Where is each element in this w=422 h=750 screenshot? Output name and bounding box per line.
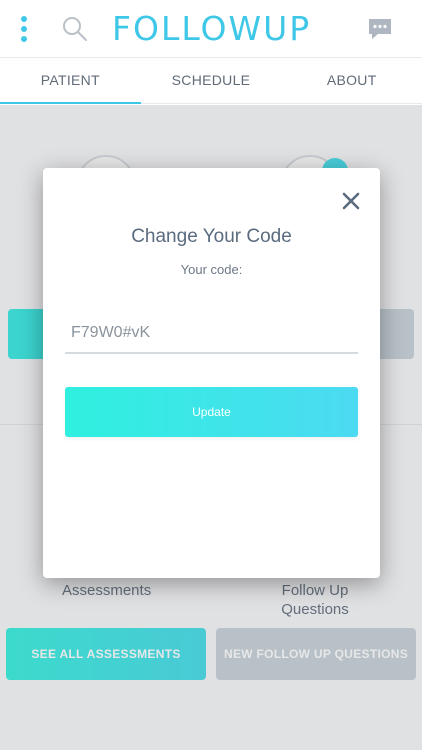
tab-patient[interactable]: PATIENT: [0, 58, 141, 104]
chat-icon[interactable]: [366, 16, 394, 42]
code-input[interactable]: [65, 314, 358, 354]
logo-text: FOLLOWUP: [112, 9, 311, 48]
modal-subtitle: Your code:: [180, 262, 243, 277]
app-logo: FOLLOWUP: [112, 6, 312, 50]
search-icon[interactable]: [60, 14, 90, 44]
menu-dots-icon[interactable]: [14, 14, 34, 44]
close-icon[interactable]: [340, 190, 362, 212]
tab-bar: PATIENT SCHEDULE ABOUT: [0, 58, 422, 104]
change-code-modal: Change Your Code Your code: Update: [43, 168, 380, 578]
tab-schedule[interactable]: SCHEDULE: [141, 58, 282, 103]
update-button[interactable]: Update: [65, 387, 358, 437]
app-header: FOLLOWUP: [0, 0, 422, 58]
tab-about[interactable]: ABOUT: [281, 58, 422, 103]
modal-title: Change Your Code: [131, 226, 292, 247]
